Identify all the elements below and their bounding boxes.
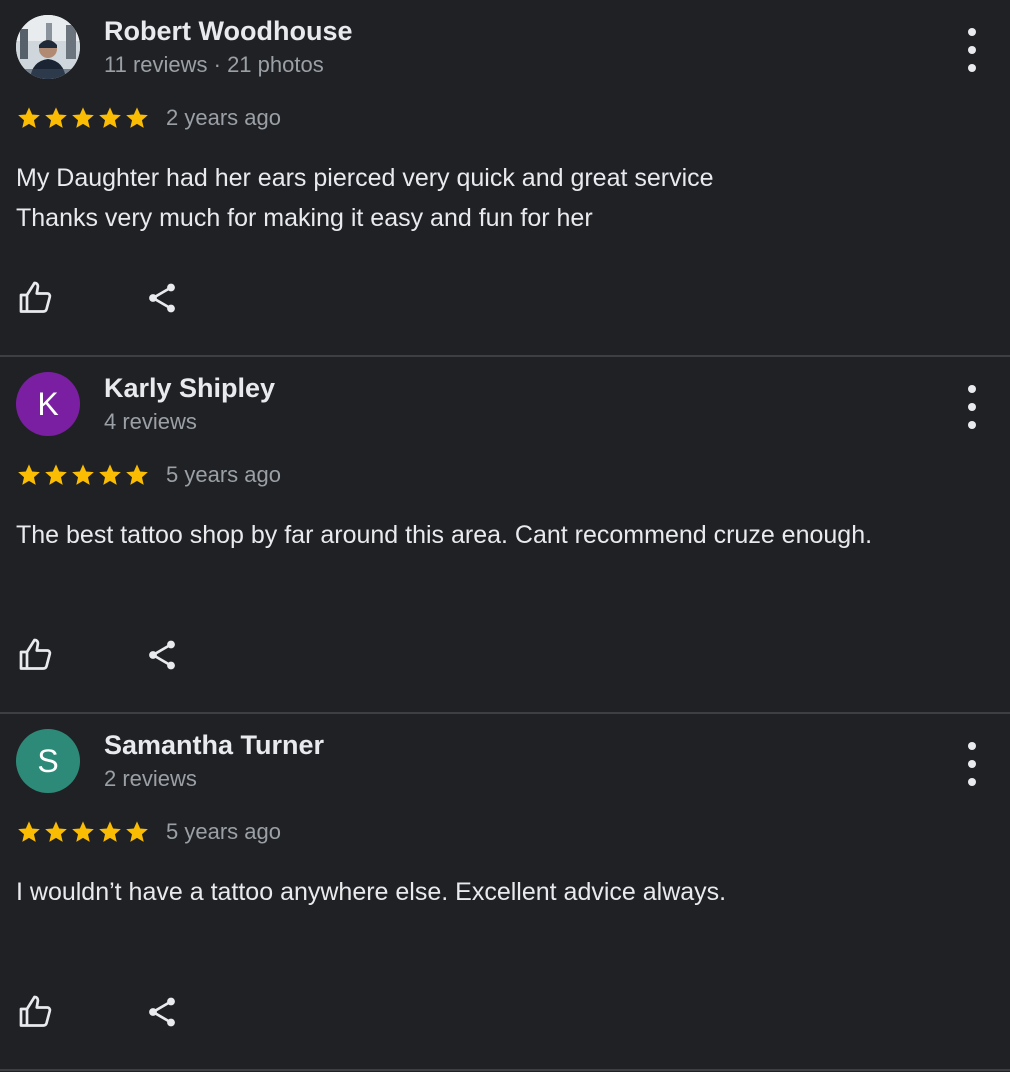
star-rating bbox=[16, 105, 150, 131]
avatar[interactable]: S bbox=[16, 729, 80, 793]
review-text-line: I wouldn’t have a tattoo anywhere else. … bbox=[16, 878, 727, 906]
rating-row: 5 years ago bbox=[16, 816, 281, 848]
more-options-button[interactable] bbox=[956, 28, 988, 72]
review-actions bbox=[16, 278, 182, 318]
share-button[interactable] bbox=[142, 992, 182, 1032]
star-icon bbox=[43, 462, 69, 488]
review-text: My Daughter had her ears pierced very qu… bbox=[16, 158, 994, 238]
review-time: 2 years ago bbox=[166, 105, 281, 130]
like-button[interactable] bbox=[16, 992, 56, 1032]
more-options-button[interactable] bbox=[956, 742, 988, 786]
star-icon bbox=[70, 462, 96, 488]
dot bbox=[968, 28, 976, 36]
star-icon bbox=[43, 105, 69, 131]
avatar-letter: S bbox=[37, 742, 59, 779]
star-rating bbox=[16, 819, 150, 845]
dot bbox=[968, 421, 976, 429]
star-icon bbox=[124, 105, 150, 131]
review-card: K Karly Shipley 4 reviews 5 years ago Th… bbox=[0, 357, 1010, 714]
review-text-line: My Daughter had her ears pierced very qu… bbox=[16, 164, 714, 192]
like-button[interactable] bbox=[16, 278, 56, 318]
dot bbox=[968, 403, 976, 411]
share-icon bbox=[149, 283, 175, 313]
dot bbox=[968, 64, 976, 72]
avatar[interactable] bbox=[16, 15, 80, 79]
star-icon bbox=[124, 462, 150, 488]
reviewer-name[interactable]: Robert Woodhouse bbox=[104, 16, 352, 47]
dot bbox=[968, 46, 976, 54]
review-time: 5 years ago bbox=[166, 819, 281, 844]
review-actions bbox=[16, 992, 182, 1032]
star-icon bbox=[97, 462, 123, 488]
reviewer-name[interactable]: Karly Shipley bbox=[104, 373, 275, 404]
reviewer-meta: 2 reviews bbox=[104, 766, 197, 791]
share-icon bbox=[149, 640, 175, 670]
star-icon bbox=[124, 819, 150, 845]
review-card: S Samantha Turner 2 reviews 5 years ago … bbox=[0, 714, 1010, 1071]
star-icon bbox=[97, 819, 123, 845]
star-rating bbox=[16, 462, 150, 488]
reviewer-name[interactable]: Samantha Turner bbox=[104, 730, 324, 761]
user-photo-icon bbox=[16, 15, 80, 79]
dot bbox=[968, 385, 976, 393]
reviewer-meta: 4 reviews bbox=[104, 409, 197, 434]
rating-row: 2 years ago bbox=[16, 102, 281, 134]
review-text: I wouldn’t have a tattoo anywhere else. … bbox=[16, 872, 994, 912]
avatar[interactable]: K bbox=[16, 372, 80, 436]
share-icon bbox=[149, 997, 175, 1027]
review-text-line: Thanks very much for making it easy and … bbox=[16, 204, 593, 232]
reviewer-meta: 11 reviews · 21 photos bbox=[104, 52, 324, 77]
review-card: Robert Woodhouse 11 reviews · 21 photos … bbox=[0, 0, 1010, 357]
review-text: The best tattoo shop by far around this … bbox=[16, 515, 994, 555]
star-icon bbox=[16, 462, 42, 488]
rating-row: 5 years ago bbox=[16, 459, 281, 491]
star-icon bbox=[16, 105, 42, 131]
share-button[interactable] bbox=[142, 278, 182, 318]
dot bbox=[968, 742, 976, 750]
star-icon bbox=[70, 105, 96, 131]
more-options-button[interactable] bbox=[956, 385, 988, 429]
review-text-line: The best tattoo shop by far around this … bbox=[16, 521, 873, 549]
star-icon bbox=[97, 105, 123, 131]
share-button[interactable] bbox=[142, 635, 182, 675]
star-icon bbox=[16, 819, 42, 845]
thumbs-up-icon bbox=[19, 638, 52, 670]
thumbs-up-icon bbox=[19, 995, 52, 1027]
review-time: 5 years ago bbox=[166, 462, 281, 487]
star-icon bbox=[70, 819, 96, 845]
avatar-letter: K bbox=[37, 385, 59, 422]
dot bbox=[968, 778, 976, 786]
thumbs-up-icon bbox=[19, 281, 52, 313]
review-actions bbox=[16, 635, 182, 675]
star-icon bbox=[43, 819, 69, 845]
like-button[interactable] bbox=[16, 635, 56, 675]
dot bbox=[968, 760, 976, 768]
